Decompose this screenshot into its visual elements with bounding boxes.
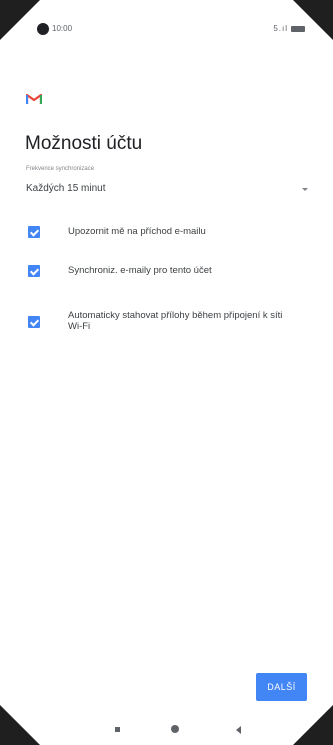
recent-apps-icon[interactable] (115, 727, 120, 732)
sync-frequency-label: Frekvence synchronizace (26, 166, 95, 172)
option-sync-mail[interactable]: Synchroniz. e-maily pro tento účet (28, 265, 298, 279)
back-icon[interactable] (236, 726, 241, 734)
checkbox-checked-icon[interactable] (28, 226, 40, 238)
option-auto-download-attachments[interactable]: Automaticky stahovat přílohy během připo… (28, 310, 298, 334)
status-bar: 10:00 5.ıl (0, 18, 333, 42)
sync-frequency-value: Každých 15 minut (26, 183, 106, 194)
battery-icon (291, 25, 305, 32)
option-label: Upozornit mě na příchod e-mailu (68, 226, 206, 237)
gmail-m-icon (26, 93, 42, 104)
checkbox-checked-icon[interactable] (28, 316, 40, 328)
option-label: Automaticky stahovat přílohy během připo… (68, 310, 283, 332)
home-icon[interactable] (171, 725, 179, 733)
page-title: Možnosti účtu (25, 133, 143, 154)
signal-icon: 5.ıl (273, 24, 288, 33)
status-time: 10:00 (52, 24, 73, 33)
checkbox-checked-icon[interactable] (28, 265, 40, 277)
dropdown-arrow-icon (302, 188, 308, 191)
sync-frequency-select[interactable]: Každých 15 minut (26, 180, 308, 200)
next-button[interactable]: DALŠÍ (256, 673, 307, 701)
option-notify-new-mail[interactable]: Upozornit mě na příchod e-mailu (28, 226, 298, 240)
camera-cutout-icon (37, 23, 49, 35)
option-label: Synchroniz. e-maily pro tento účet (68, 265, 212, 276)
navigation-bar (0, 715, 333, 745)
status-icons: 5.ıl (273, 24, 305, 33)
